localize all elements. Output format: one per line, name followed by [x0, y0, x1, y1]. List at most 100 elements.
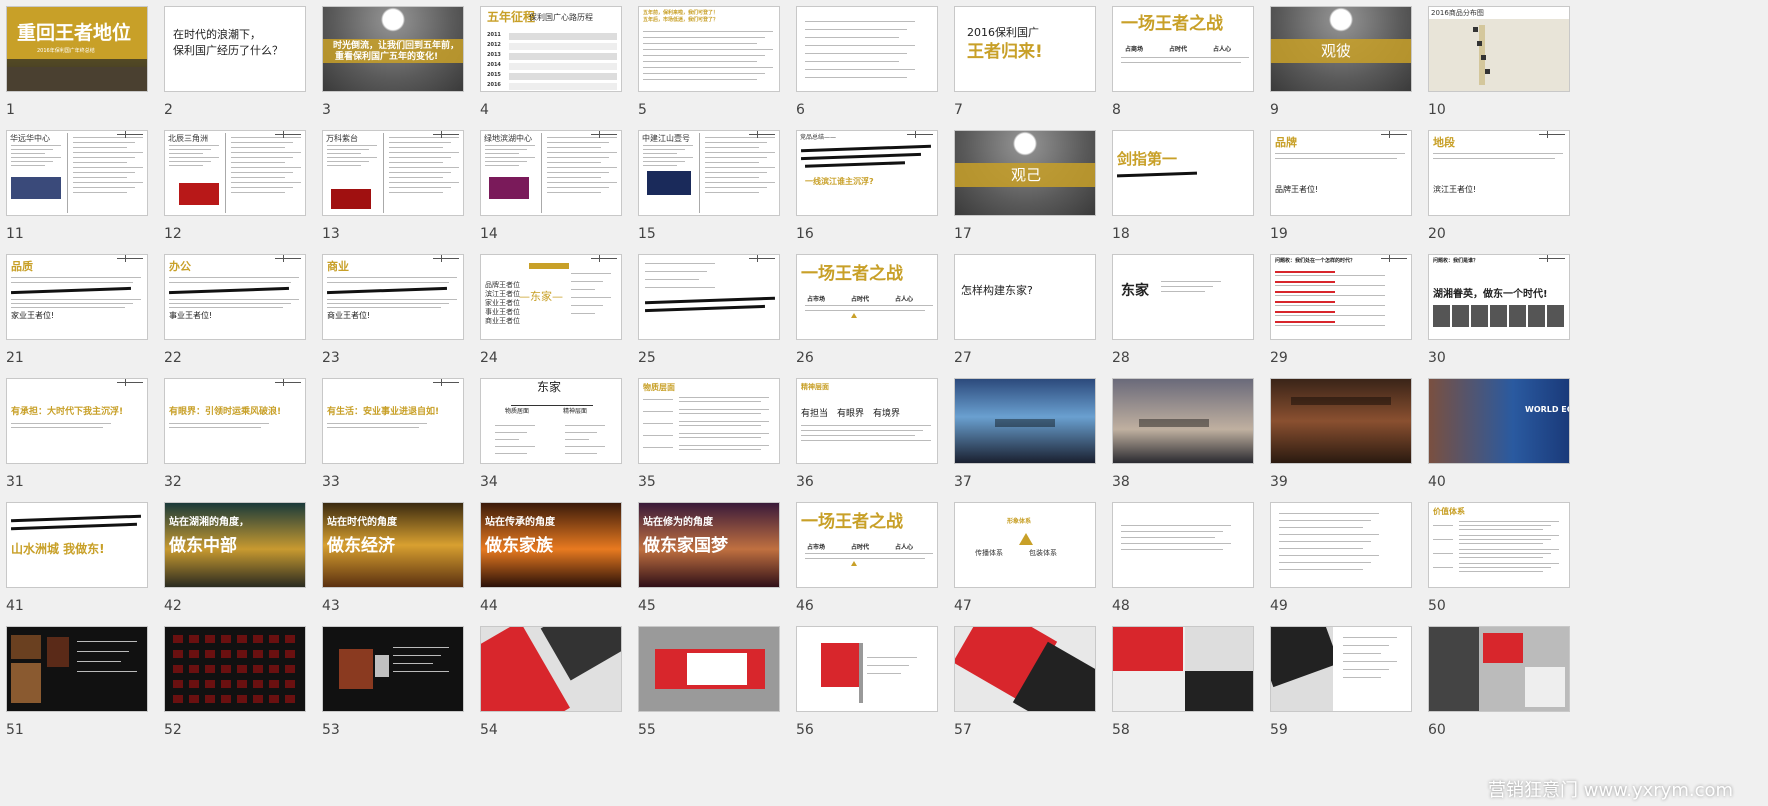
slide-thumbnail[interactable]: 品质 家业王者位!	[6, 254, 148, 340]
slide-number: 42	[164, 598, 182, 614]
slide-thumbnail[interactable]	[796, 6, 938, 92]
logo-mark	[275, 379, 301, 387]
slide-thumbnail[interactable]: 品牌王者位 滨江王者位 家业王者位 事业王者位 商业王者位 —东家—	[480, 254, 622, 340]
slide-thumbnail[interactable]	[638, 626, 780, 712]
highlight-line	[1275, 291, 1335, 293]
slide-thumbnail[interactable]: 在时代的浪潮下， 保利国广经历了什么？	[164, 6, 306, 92]
slide-thumbnail[interactable]: 问题枚：我们处在一个怎样的时代？	[1270, 254, 1412, 340]
slide-thumbnail[interactable]: 北辰三角洲	[164, 130, 306, 216]
slide-text: 做东中部	[169, 536, 237, 556]
slide-thumbnail[interactable]: 站在修为的角度 做东家国梦	[638, 502, 780, 588]
slide-thumbnail[interactable]	[1112, 502, 1254, 588]
slide-thumb-cell: 51	[0, 620, 160, 752]
column-label: 占人心	[1213, 46, 1232, 53]
text-line	[643, 31, 773, 32]
slide-thumbnail[interactable]: 绿地滨湖中心	[480, 130, 622, 216]
slide-thumbnail[interactable]: 地段 滨江王者位!	[1428, 130, 1570, 216]
slide-thumbnail[interactable]	[954, 626, 1096, 712]
slide-thumbnail[interactable]: 精神层面 有担当 有眼界 有境界	[796, 378, 938, 464]
white-panel	[1525, 667, 1565, 707]
text-line	[231, 187, 293, 188]
slide-thumbnail[interactable]	[796, 626, 938, 712]
slide-thumbnail[interactable]: 东家 物质居面 精神层面	[480, 378, 622, 464]
slide-thumbnail[interactable]: 怎样构建东家?	[954, 254, 1096, 340]
slide-thumbnail[interactable]: 商业 商业王者位!	[322, 254, 464, 340]
slide-title: 万科紫台	[326, 134, 358, 143]
slide-thumbnail[interactable]: 形象体系 传播体系 包装体系	[954, 502, 1096, 588]
slide-thumbnail[interactable]: 品牌 品牌王者位!	[1270, 130, 1412, 216]
slide-thumbnail[interactable]	[638, 254, 780, 340]
slide-thumbnail[interactable]: 价值体系	[1428, 502, 1570, 588]
pattern-glyph	[221, 695, 231, 703]
slide-thumbnail[interactable]	[164, 626, 306, 712]
ad-image	[331, 189, 371, 209]
photo	[1429, 627, 1479, 711]
slide-number: 36	[796, 474, 814, 490]
text-line	[485, 161, 527, 162]
slide-thumbnail[interactable]: 中建江山壹号	[638, 130, 780, 216]
divider	[859, 643, 863, 703]
slide-thumbnail[interactable]	[322, 626, 464, 712]
slide-thumbnail[interactable]: 观彼	[1270, 6, 1412, 92]
slide-thumbnail[interactable]: 一场王者之战 占商场 占时代 占人心	[1112, 6, 1254, 92]
slide-thumbnail[interactable]: 时光倒流，让我们回到五年前， 重看保利国广五年的变化!	[322, 6, 464, 92]
slide-thumbnail[interactable]: 华远华中心	[6, 130, 148, 216]
text-line	[327, 427, 419, 428]
slide-thumbnail[interactable]: 物质层面	[638, 378, 780, 464]
slide-thumbnail[interactable]: 有生活：安业事业进退自如!	[322, 378, 464, 464]
slide-thumbnail[interactable]: 山水洲城 我做东!	[6, 502, 148, 588]
text-line	[867, 673, 901, 674]
text-line	[1121, 537, 1215, 538]
slide-thumb-cell: 观彼 9	[1264, 0, 1424, 132]
text-line	[705, 187, 767, 188]
slide-thumbnail[interactable]: 重回王者地位 2016年保利国广年终总结	[6, 6, 148, 92]
slide-thumbnail[interactable]: 2016商品分布图	[1428, 6, 1570, 92]
slide-title: 绿地滨湖中心	[484, 134, 532, 143]
slide-thumb-cell: 站在时代的角度 做东经济 43	[316, 496, 476, 628]
slide-thumbnail[interactable]	[6, 626, 148, 712]
slide-thumb-cell: 2016保利国广 王者归来! 7	[948, 0, 1108, 132]
text-line	[73, 162, 127, 163]
slide-thumbnail[interactable]: 万科紫台	[322, 130, 464, 216]
slide-thumb-cell: 竞品总结—— 一线滨江谁主沉浮? 16	[790, 124, 950, 256]
slide-thumbnail[interactable]: 2016保利国广 王者归来!	[954, 6, 1096, 92]
divider	[699, 133, 700, 213]
slide-thumbnail[interactable]: 问题枚：我们是谁？ 湖湘眷英，做东一个时代!	[1428, 254, 1570, 340]
slide-thumbnail[interactable]: WORLD ECONOMIC FORUM	[1428, 378, 1570, 464]
slide-thumbnail[interactable]	[1270, 502, 1412, 588]
slide-thumbnail[interactable]: 五年前，保利来啦，我们可登了！ 五年后，市场低迷，我们可登了？	[638, 6, 780, 92]
slide-thumbnail[interactable]: 五年征程 保利国广心路历程 2011 2012 2013 2014 2015 2016	[480, 6, 622, 92]
list-item: 商业王者位	[485, 317, 520, 325]
slide-thumbnail[interactable]: 一场王者之战 占市场 占时代 占人心	[796, 502, 938, 588]
slide-thumbnail[interactable]: 剑指第一	[1112, 130, 1254, 216]
text-line	[805, 553, 933, 554]
slide-thumbnail[interactable]: 站在湖湘的角度， 做东中部	[164, 502, 306, 588]
slide-thumbnail[interactable]	[1270, 626, 1412, 712]
text-line	[169, 161, 211, 162]
slide-thumbnail[interactable]: 一场王者之战 占市场 占时代 占人心	[796, 254, 938, 340]
slide-thumb-cell: WORLD ECONOMIC FORUM 40	[1422, 372, 1582, 504]
slide-footer: 家业王者位!	[11, 311, 55, 320]
slide-thumbnail[interactable]: 观己	[954, 130, 1096, 216]
slide-thumbnail[interactable]: 有眼界：引领时运乘风破浪!	[164, 378, 306, 464]
slide-thumbnail[interactable]	[1270, 378, 1412, 464]
slide-number: 13	[322, 226, 340, 242]
slide-thumbnail[interactable]	[1112, 378, 1254, 464]
slide-thumbnail[interactable]: 竞品总结—— 一线滨江谁主沉浮?	[796, 130, 938, 216]
text-line	[495, 432, 527, 433]
slide-thumbnail[interactable]: 东家	[1112, 254, 1254, 340]
slide-thumbnail[interactable]	[1428, 626, 1570, 712]
slide-thumbnail[interactable]	[1112, 626, 1254, 712]
slide-thumbnail[interactable]: 有承担：大时代下我主沉浮!	[6, 378, 148, 464]
slide-thumbnail[interactable]: 站在传承的角度 做东家族	[480, 502, 622, 588]
divider	[225, 133, 226, 213]
logo-mark	[591, 131, 617, 139]
slide-thumbnail[interactable]	[954, 378, 1096, 464]
column-label: 有眼界	[837, 409, 865, 419]
slide-thumbnail[interactable]: 办公 事业王者位!	[164, 254, 306, 340]
pattern-glyph	[173, 635, 183, 643]
slide-thumbnail[interactable]	[480, 626, 622, 712]
slide-thumbnail[interactable]: 站在时代的角度 做东经济	[322, 502, 464, 588]
text-line	[679, 409, 769, 410]
triangle-icon	[851, 313, 857, 318]
